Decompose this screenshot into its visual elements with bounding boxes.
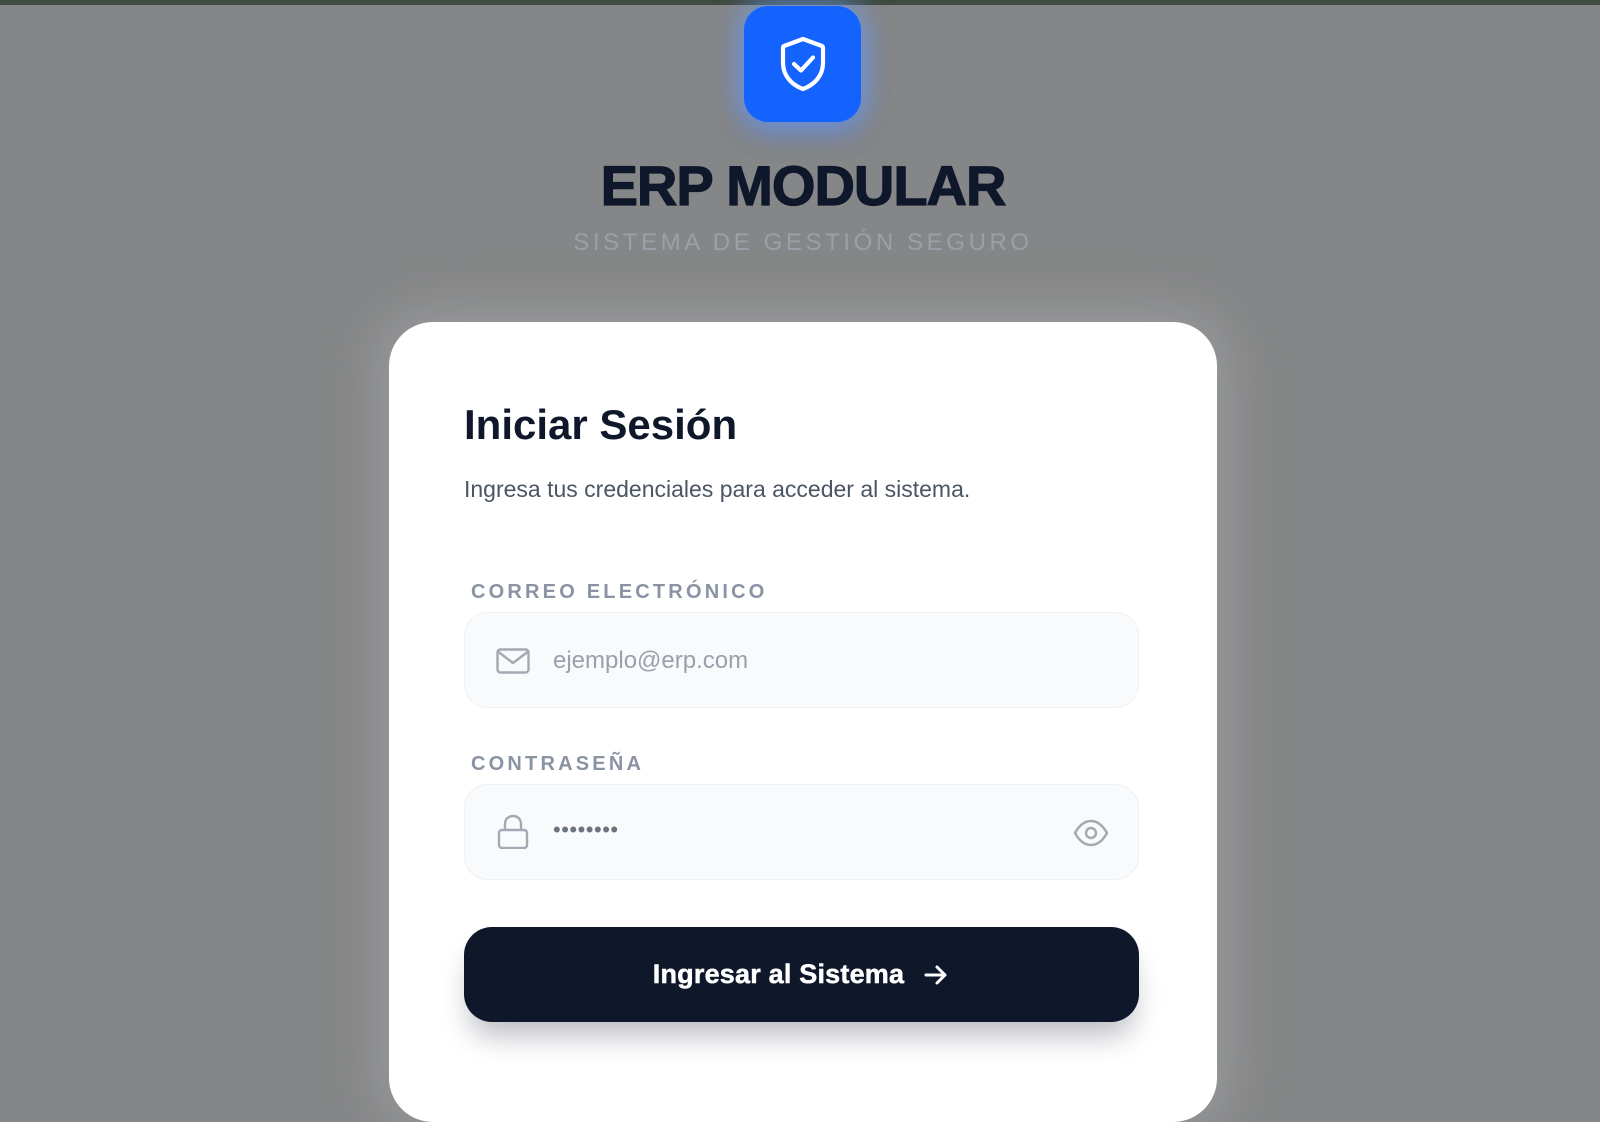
lock-icon [497,814,529,849]
login-subtitle: Ingresa tus credenciales para acceder al… [464,476,971,502]
shield-check-icon [780,36,825,92]
top-strip [0,0,1600,5]
arrow-right-icon [924,965,947,984]
email-field[interactable]: ejemplo@erp.com [464,612,1139,708]
email-label: CORREO ELECTRÓNICO [471,581,768,603]
logo-badge [744,6,861,122]
email-placeholder: ejemplo@erp.com [553,647,749,674]
toggle-password-visibility[interactable] [1072,814,1110,852]
password-label: CONTRASEÑA [471,753,645,775]
eye-icon [1073,819,1109,847]
login-title: Iniciar Sesión [464,401,738,448]
password-field[interactable]: •••••••• [464,784,1139,880]
submit-label: Ingresar al Sistema [652,959,905,990]
submit-button[interactable]: Ingresar al Sistema [464,927,1139,1022]
password-value: •••••••• [553,817,619,842]
app-subtitle: SISTEMA DE GESTIÓN SEGURO [573,229,1033,256]
login-card: Iniciar Sesión Ingresa tus credenciales … [389,322,1217,1122]
mail-icon [496,648,530,674]
app-title: ERP MODULAR [600,154,1007,217]
